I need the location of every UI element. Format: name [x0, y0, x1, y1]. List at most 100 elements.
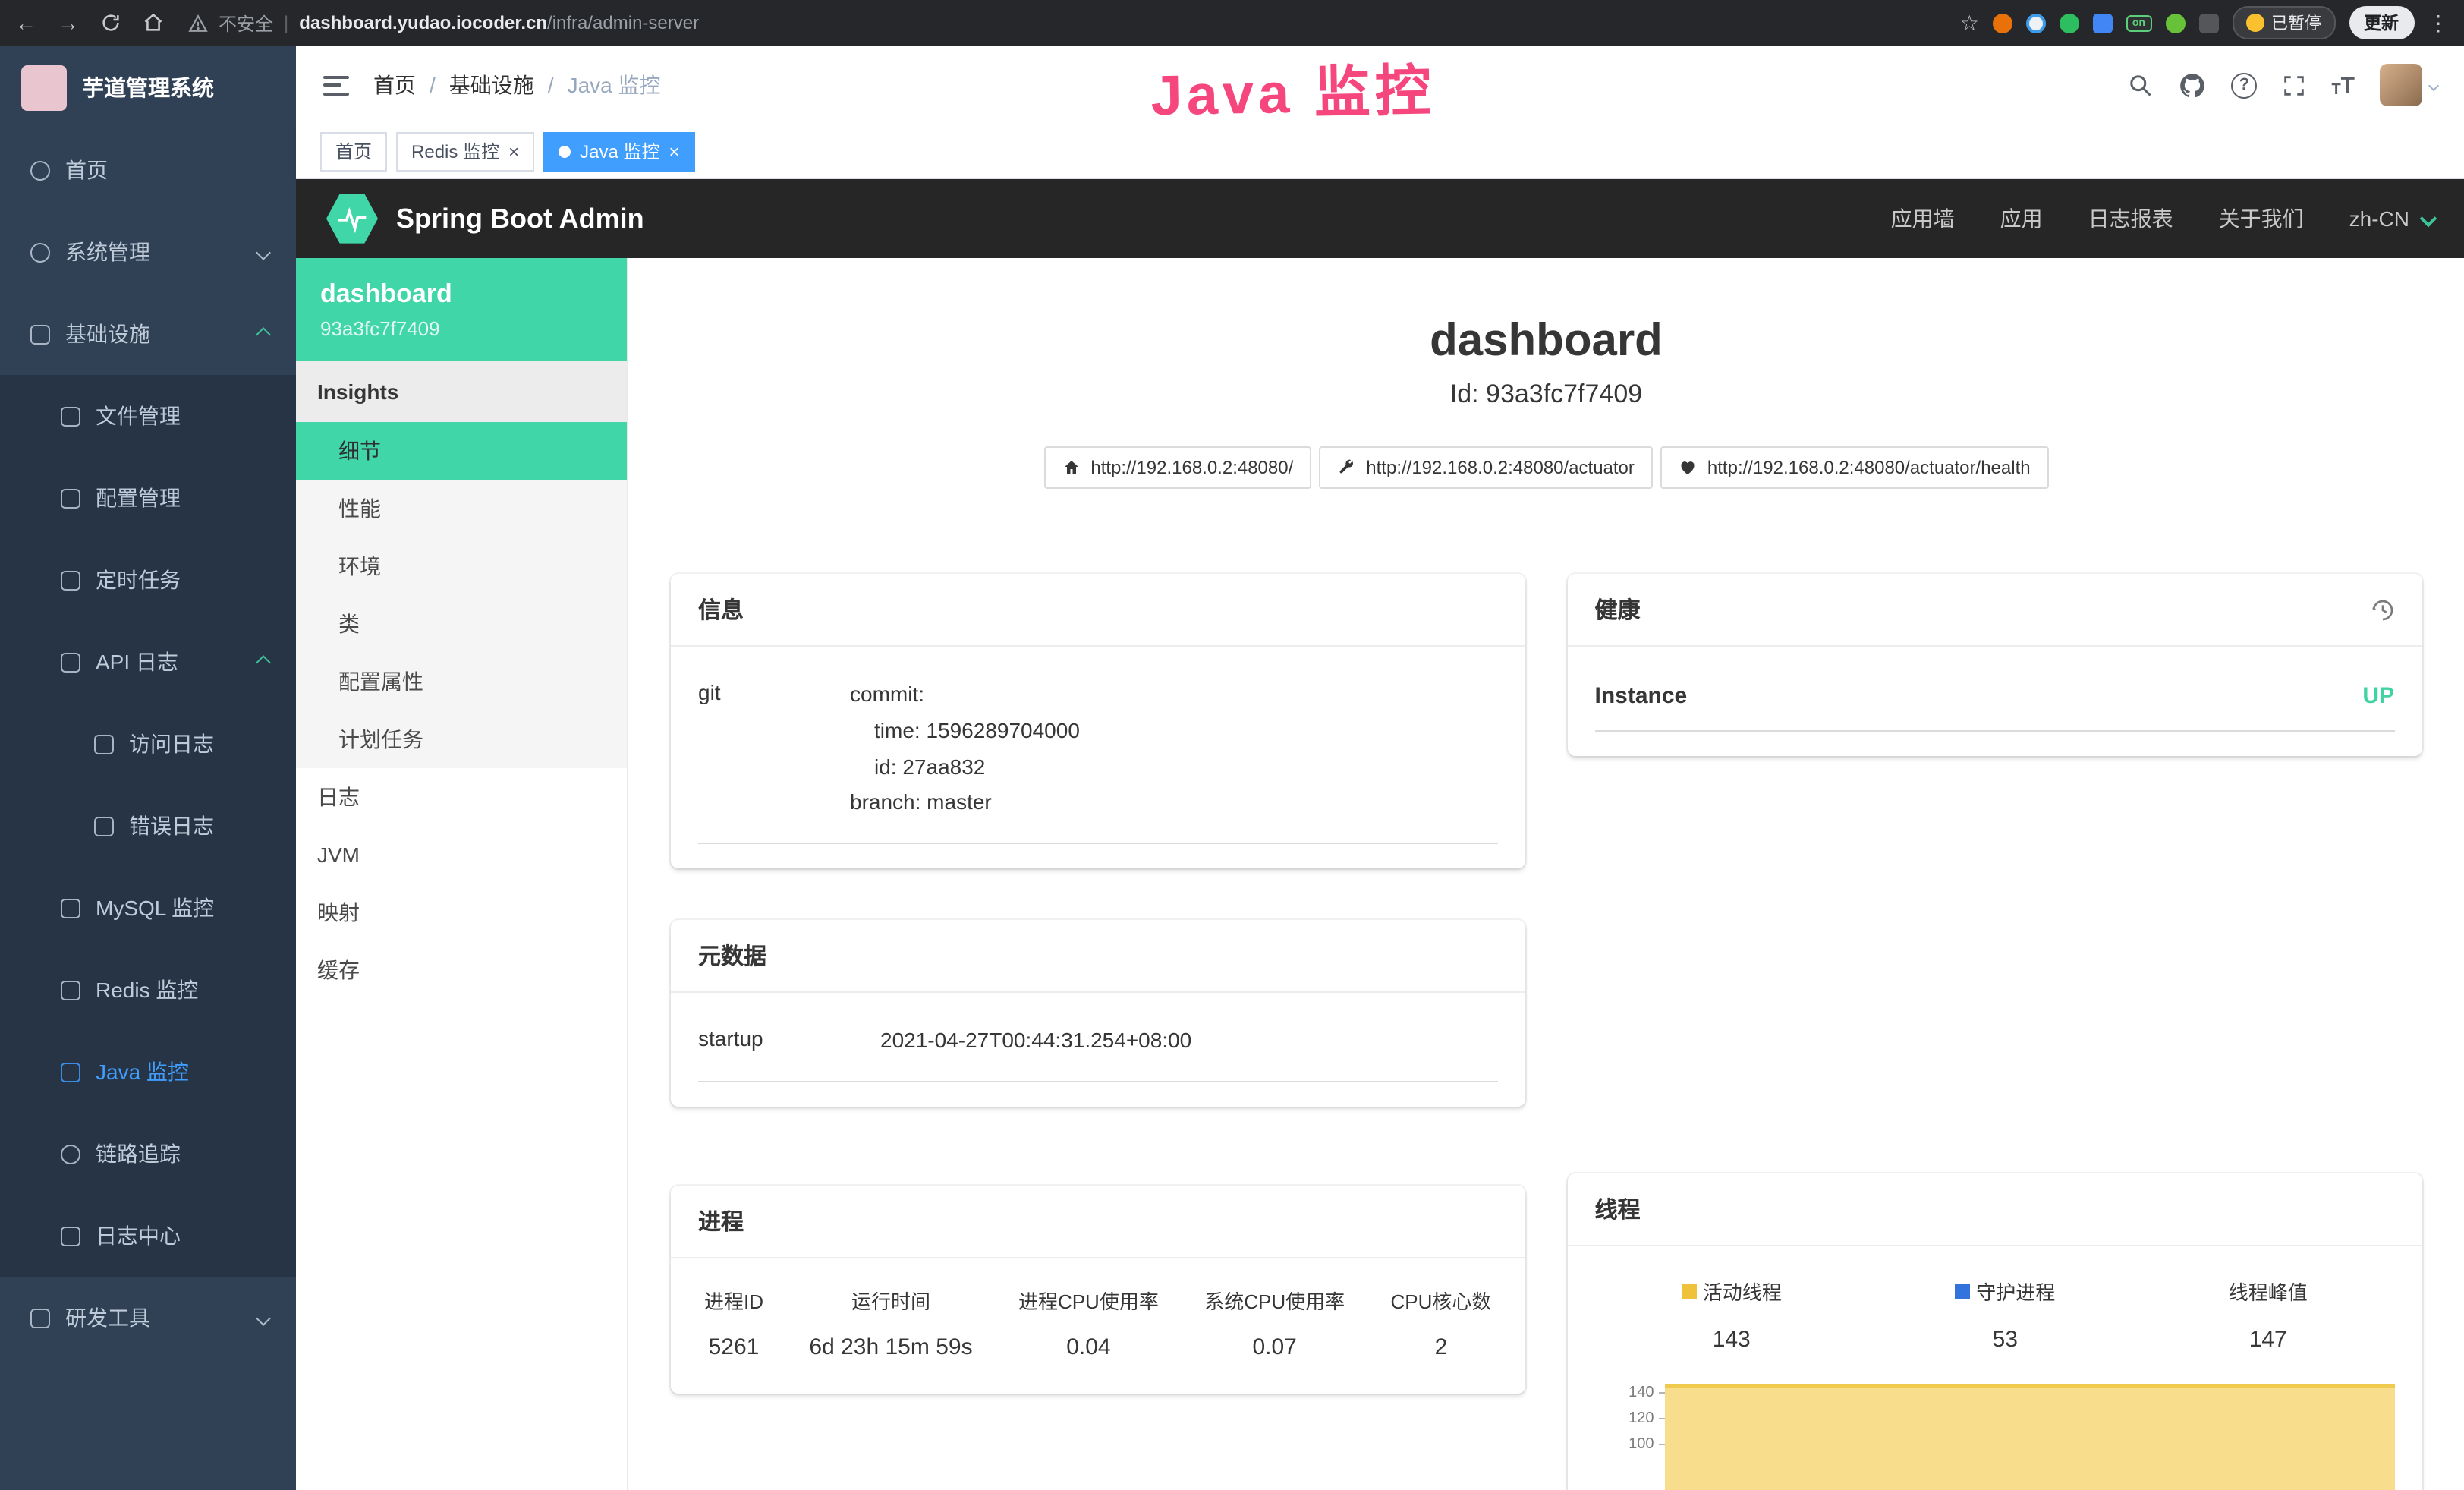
breadcrumb-separator: / — [548, 73, 554, 97]
sba-item-classes[interactable]: 类 — [296, 595, 627, 653]
sba-item-environment[interactable]: 环境 — [296, 537, 627, 595]
timer-icon — [61, 570, 80, 590]
sba-header: Spring Boot Admin 应用墙 应用 日志报表 关于我们 zh-CN — [296, 179, 2464, 258]
help-icon[interactable]: ? — [2231, 72, 2257, 98]
sidebar-item-label: 研发工具 — [65, 1303, 150, 1333]
sidebar-item-access-log[interactable]: 访问日志 — [0, 703, 296, 785]
metadata-value: 2021-04-27T00:44:31.254+08:00 — [880, 1023, 1191, 1060]
sidebar-item-file-management[interactable]: 文件管理 — [0, 375, 296, 457]
sba-item-mappings[interactable]: 映射 — [296, 884, 627, 941]
tab-close-icon[interactable]: × — [508, 142, 519, 160]
update-button[interactable]: 更新 — [2349, 6, 2414, 39]
extension-icon-1[interactable] — [1993, 13, 2012, 33]
instance-header[interactable]: dashboard 93a3fc7f7409 — [296, 258, 627, 361]
sidebar-item-redis-monitor[interactable]: Redis 监控 — [0, 949, 296, 1031]
nav-journal[interactable]: 日志报表 — [2088, 203, 2173, 234]
paused-badge[interactable]: 已暂停 — [2232, 6, 2335, 39]
base-url-link[interactable]: http://192.168.0.2:48080/ — [1043, 446, 1311, 489]
sba-item-scheduled-tasks[interactable]: 计划任务 — [296, 710, 627, 768]
tab-home[interactable]: 首页 — [320, 131, 387, 171]
legend-label: 线程峰值 — [2229, 1277, 2308, 1306]
sba-item-config-properties[interactable]: 配置属性 — [296, 653, 627, 710]
locale-select[interactable]: zh-CN — [2349, 206, 2434, 231]
sidebar-item-mysql-monitor[interactable]: MySQL 监控 — [0, 867, 296, 949]
back-icon[interactable]: ← — [15, 12, 36, 33]
metadata-card: 元数据 startup 2021-04-27T00:44:31.254+08:0… — [671, 920, 1525, 1107]
sidebar-item-tracing[interactable]: 链路追踪 — [0, 1113, 296, 1195]
sidebar-item-label: API 日志 — [96, 647, 178, 677]
search-icon[interactable] — [2126, 71, 2154, 99]
java-monitor-icon — [61, 1062, 80, 1082]
sba-item-logs[interactable]: 日志 — [296, 768, 627, 826]
sidebar-item-java-monitor[interactable]: Java 监控 — [0, 1031, 296, 1113]
tab-java-monitor[interactable]: Java 监控 × — [543, 131, 694, 171]
extension-icon-6[interactable] — [2198, 13, 2218, 33]
user-menu[interactable] — [2379, 64, 2437, 106]
sba-brand: Spring Boot Admin — [396, 203, 644, 235]
sidebar-item-api-log[interactable]: API 日志 — [0, 621, 296, 703]
sidebar-item-config-management[interactable]: 配置管理 — [0, 457, 296, 539]
ytick-label: 140 — [1629, 1384, 1654, 1401]
process-label: 运行时间 — [809, 1286, 972, 1315]
process-col-cpu-cores: CPU核心数 2 — [1391, 1286, 1492, 1360]
sidebar-item-infrastructure[interactable]: 基础设施 — [0, 293, 296, 375]
app-logo[interactable]: 芋道管理系统 — [0, 46, 296, 129]
sidebar-item-home[interactable]: 首页 — [0, 129, 296, 211]
sba-item-details[interactable]: 细节 — [296, 422, 627, 480]
info-value: commit: time: 1596289704000 id: 27aa832 … — [850, 677, 1080, 821]
sidebar-item-scheduled-jobs[interactable]: 定时任务 — [0, 539, 296, 621]
nav-about[interactable]: 关于我们 — [2219, 203, 2304, 234]
tab-redis-monitor[interactable]: Redis 监控 × — [396, 131, 534, 171]
sba-item-jvm[interactable]: JVM — [296, 826, 627, 884]
sidebar-item-dev-tools[interactable]: 研发工具 — [0, 1277, 296, 1359]
extension-icon-3[interactable] — [2060, 13, 2079, 33]
fullscreen-icon[interactable] — [2281, 72, 2307, 98]
forward-icon[interactable]: → — [58, 12, 79, 33]
threads-chart-plot — [1665, 1380, 2395, 1490]
browser-nav: ← → — [15, 12, 164, 33]
extension-icon-5[interactable] — [2165, 13, 2185, 33]
github-icon[interactable] — [2178, 71, 2207, 99]
extension-icon-4[interactable] — [2093, 13, 2113, 33]
health-url-link[interactable]: http://192.168.0.2:48080/actuator/health — [1660, 446, 2049, 489]
menu-kebab-icon[interactable]: ⋮ — [2428, 12, 2449, 33]
sba-item-caches[interactable]: 缓存 — [296, 941, 627, 999]
sidebar-item-system[interactable]: 系统管理 — [0, 211, 296, 293]
nav-applications[interactable]: 应用 — [2000, 203, 2043, 234]
address-bar[interactable]: 不安全 | dashboard.yudao.iocoder.cn/infra/a… — [188, 10, 1942, 36]
history-icon[interactable] — [2370, 597, 2394, 622]
access-log-icon — [94, 734, 114, 754]
info-row-git: git commit: time: 1596289704000 id: 27aa… — [698, 671, 1498, 844]
extension-icon-2[interactable] — [2026, 13, 2046, 33]
breadcrumb: 首页 / 基础设施 / Java 监控 — [373, 70, 661, 100]
nav-wallboard[interactable]: 应用墙 — [1891, 203, 1955, 234]
actuator-url-link[interactable]: http://192.168.0.2:48080/actuator — [1319, 446, 1653, 489]
sba-item-performance[interactable]: 性能 — [296, 480, 627, 537]
threads-chart: 140 120 100 — [1595, 1380, 2395, 1490]
sidebar-item-label: 访问日志 — [129, 729, 214, 759]
process-col-system-cpu: 系统CPU使用率 0.07 — [1204, 1286, 1345, 1360]
text-size-icon[interactable]: TT — [2331, 72, 2355, 98]
breadcrumb-home[interactable]: 首页 — [373, 70, 416, 100]
extension-on-badge[interactable]: on — [2126, 14, 2151, 31]
sidebar-item-error-log[interactable]: 错误日志 — [0, 785, 296, 867]
trace-icon — [61, 1144, 80, 1164]
process-label: 进程ID — [704, 1286, 763, 1315]
sidebar-item-label: 系统管理 — [65, 237, 150, 267]
sidebar-item-label: 链路追踪 — [96, 1139, 181, 1169]
mysql-icon — [61, 898, 80, 918]
api-log-icon — [61, 652, 80, 672]
instance-details-page: dashboard Id: 93a3fc7f7409 http://192.16… — [628, 258, 2464, 1490]
tab-close-icon[interactable]: × — [669, 142, 679, 160]
error-log-icon — [94, 816, 114, 836]
home-icon[interactable] — [143, 12, 164, 33]
legend-peak-threads: 线程峰值 147 — [2229, 1277, 2308, 1353]
info-line: commit: — [850, 677, 1080, 713]
sidebar-item-log-center[interactable]: 日志中心 — [0, 1195, 296, 1277]
breadcrumb-infrastructure[interactable]: 基础设施 — [449, 70, 534, 100]
legend-value: 53 — [1955, 1327, 2055, 1353]
bookmark-star-icon[interactable]: ☆ — [1960, 12, 1979, 33]
info-card: 信息 git commit: time: 1596289704000 id: 2… — [671, 574, 1525, 868]
refresh-icon[interactable] — [100, 12, 121, 33]
hamburger-icon[interactable] — [323, 75, 349, 95]
